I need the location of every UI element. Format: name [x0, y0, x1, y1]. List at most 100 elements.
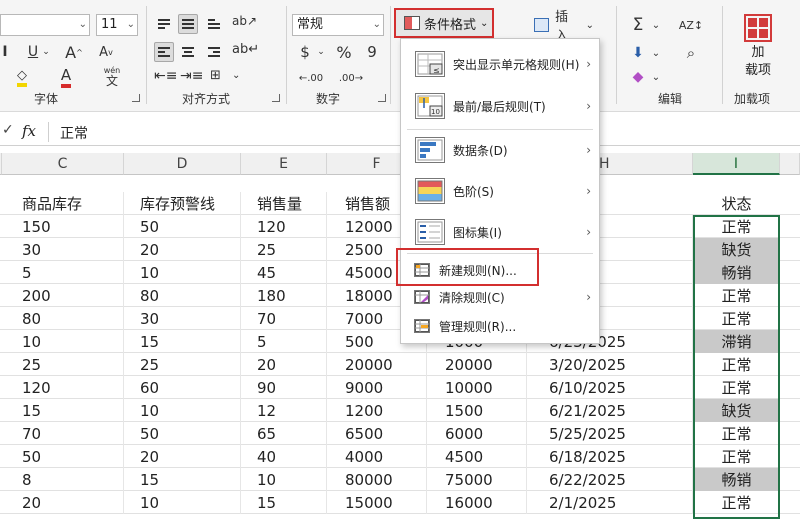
- menu-item-data-bars[interactable]: 数据条(D) ›: [401, 129, 599, 171]
- cell-e[interactable]: 25: [241, 238, 327, 261]
- bold-button[interactable]: I: [0, 42, 10, 62]
- column-header-d[interactable]: D: [124, 153, 241, 175]
- cell-c[interactable]: 15: [0, 399, 124, 422]
- cell-e[interactable]: 5: [241, 330, 327, 353]
- menu-item-manage-rules[interactable]: 管理规则(R)...: [401, 315, 599, 337]
- align-top-icon[interactable]: [154, 14, 174, 34]
- fill-down-icon[interactable]: ⬇: [628, 42, 648, 64]
- cell-c[interactable]: 50: [0, 445, 124, 468]
- underline-dropdown-icon[interactable]: ⌄: [40, 42, 52, 62]
- fx-icon[interactable]: fx: [22, 122, 36, 140]
- cell-e[interactable]: 40: [241, 445, 327, 468]
- cell-c[interactable]: 150: [0, 215, 124, 238]
- cell-status[interactable]: 正常: [694, 353, 779, 376]
- cell-c[interactable]: 8: [0, 468, 124, 491]
- cell-f[interactable]: 9000: [327, 376, 427, 399]
- cell-g[interactable]: 1500: [427, 399, 527, 422]
- cell-e[interactable]: 180: [241, 284, 327, 307]
- cell-c[interactable]: 80: [0, 307, 124, 330]
- cell-e[interactable]: 65: [241, 422, 327, 445]
- wrap-text-icon[interactable]: ab↵: [232, 42, 259, 57]
- menu-item-color-scales[interactable]: 色阶(S) ›: [401, 170, 599, 212]
- comma-style-icon[interactable]: 9: [362, 42, 382, 62]
- increase-indent-icon[interactable]: ⇥≡: [180, 68, 203, 84]
- cell-f[interactable]: 1200: [327, 399, 427, 422]
- cell-c[interactable]: 5: [0, 261, 124, 284]
- align-center-icon[interactable]: [178, 42, 198, 62]
- cell-g[interactable]: 75000: [427, 468, 527, 491]
- insert-cells-button[interactable]: 插入 ⌄: [534, 10, 594, 44]
- header-cell-c[interactable]: 商品库存: [0, 192, 124, 215]
- column-header-c[interactable]: C: [2, 153, 124, 175]
- header-cell-d[interactable]: 库存预警线: [124, 192, 241, 215]
- cell-f[interactable]: 15000: [327, 491, 427, 514]
- cell-d[interactable]: 15: [124, 330, 241, 353]
- cell-c[interactable]: 25: [0, 353, 124, 376]
- cell-e[interactable]: 20: [241, 353, 327, 376]
- cell-c[interactable]: 20: [0, 491, 124, 514]
- fill-dropdown-icon[interactable]: ⌄: [650, 42, 662, 64]
- cell-d[interactable]: 60: [124, 376, 241, 399]
- clear-eraser-icon[interactable]: ◆: [628, 66, 648, 88]
- cell-d[interactable]: 20: [124, 238, 241, 261]
- cell-status[interactable]: 正常: [694, 491, 779, 514]
- cell-c[interactable]: 70: [0, 422, 124, 445]
- find-search-icon[interactable]: ⌕: [678, 42, 704, 64]
- cell-c[interactable]: 30: [0, 238, 124, 261]
- cell-d[interactable]: 10: [124, 491, 241, 514]
- cell-d[interactable]: 25: [124, 353, 241, 376]
- cell-h[interactable]: 5/25/2025: [527, 422, 693, 445]
- cell-f[interactable]: 20000: [327, 353, 427, 376]
- cell-status[interactable]: 正常: [694, 445, 779, 468]
- cell-status[interactable]: 正常: [694, 215, 779, 238]
- cell-d[interactable]: 15: [124, 468, 241, 491]
- cell-c[interactable]: 120: [0, 376, 124, 399]
- cell-status[interactable]: 正常: [694, 376, 779, 399]
- cell-d[interactable]: 20: [124, 445, 241, 468]
- cell-d[interactable]: 80: [124, 284, 241, 307]
- header-cell-i[interactable]: 状态: [694, 192, 779, 215]
- cell-d[interactable]: 30: [124, 307, 241, 330]
- conditional-format-button[interactable]: 条件格式 ⌄: [394, 8, 494, 38]
- autosum-dropdown-icon[interactable]: ⌄: [650, 14, 662, 36]
- column-header-j[interactable]: [780, 153, 800, 175]
- cell-d[interactable]: 50: [124, 422, 241, 445]
- cell-g[interactable]: 10000: [427, 376, 527, 399]
- align-left-icon[interactable]: [154, 42, 174, 62]
- cell-e[interactable]: 120: [241, 215, 327, 238]
- font-grow-icon[interactable]: A ^: [64, 42, 84, 62]
- number-dialog-launcher-icon[interactable]: [378, 94, 386, 102]
- font-dialog-launcher-icon[interactable]: [132, 94, 140, 102]
- orientation-icon[interactable]: ab↗: [232, 14, 257, 28]
- addins-button[interactable]: 加 载项: [730, 14, 786, 80]
- menu-item-top-bottom-rules[interactable]: 10 最前/最后规则(T) ›: [401, 85, 599, 127]
- cell-d[interactable]: 10: [124, 399, 241, 422]
- currency-dropdown-icon[interactable]: ⌄: [316, 42, 326, 62]
- font-name-combo[interactable]: ⌄: [0, 14, 90, 36]
- cell-d[interactable]: 50: [124, 215, 241, 238]
- font-color-icon[interactable]: A: [56, 66, 76, 88]
- cell-status[interactable]: 正常: [694, 284, 779, 307]
- font-size-combo[interactable]: 11 ⌄: [96, 14, 138, 36]
- fill-color-icon[interactable]: ◇: [12, 66, 32, 88]
- number-format-combo[interactable]: 常规 ⌄: [292, 14, 384, 36]
- align-bottom-icon[interactable]: [204, 14, 224, 34]
- phonetic-icon[interactable]: wén 文: [100, 64, 124, 88]
- cell-f[interactable]: 6500: [327, 422, 427, 445]
- menu-item-icon-sets[interactable]: 图标集(I) ›: [401, 211, 599, 253]
- merge-cells-icon[interactable]: ⊞: [210, 68, 221, 83]
- alignment-dialog-launcher-icon[interactable]: [272, 94, 280, 102]
- cell-f[interactable]: 4000: [327, 445, 427, 468]
- column-header-e[interactable]: E: [241, 153, 327, 175]
- cell-e[interactable]: 15: [241, 491, 327, 514]
- menu-item-clear-rules[interactable]: 清除规则(C) ›: [401, 286, 599, 308]
- cell-f[interactable]: 80000: [327, 468, 427, 491]
- cell-status[interactable]: 正常: [694, 307, 779, 330]
- cell-e[interactable]: 70: [241, 307, 327, 330]
- column-header-i[interactable]: I: [693, 153, 780, 175]
- cell-c[interactable]: 10: [0, 330, 124, 353]
- formula-input[interactable]: 正常: [60, 123, 88, 143]
- percent-icon[interactable]: %: [334, 42, 354, 62]
- clear-dropdown-icon[interactable]: ⌄: [650, 66, 662, 88]
- cell-e[interactable]: 12: [241, 399, 327, 422]
